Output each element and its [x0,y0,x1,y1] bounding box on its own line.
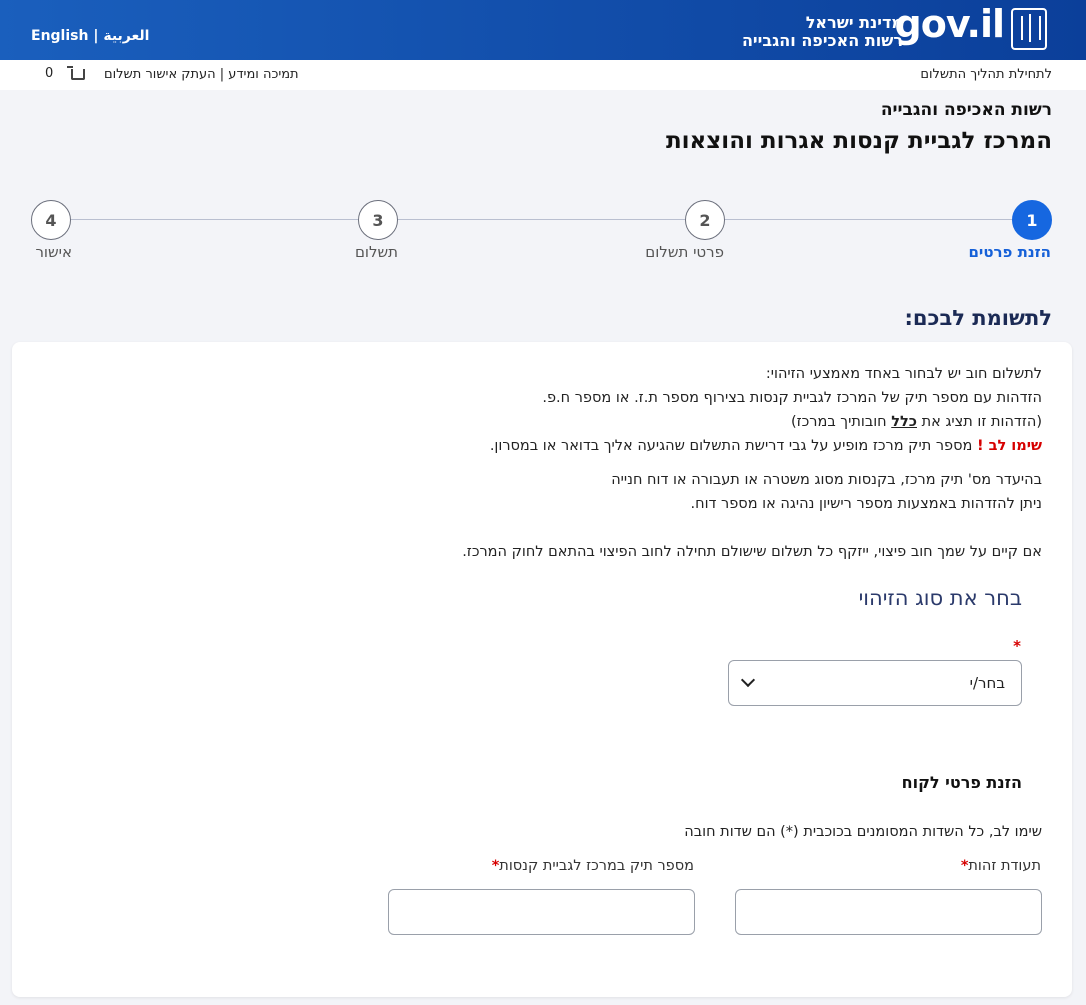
agency-line1: מדינת ישראל [805,13,903,32]
info-line-1: לתשלום חוב יש לבחור באחד מאמצעי הזיהוי: [765,366,1042,382]
language-switcher: English | العربية [31,28,149,44]
id-type-selected-value: בחר/י [969,674,1005,692]
case-number-input[interactable] [388,889,695,935]
chevron-down-icon [740,672,756,688]
agency-name: מדינת ישראל רשות האכיפה והגבייה [742,14,903,50]
case-number-label-text: מספר תיק במרכז לגביית קנסות [499,858,694,874]
id-type-heading: בחר את סוג הזיהוי [858,586,1022,610]
step-1-circle: 1 [1012,200,1052,240]
id-number-input[interactable] [735,889,1042,935]
gov-il-logo[interactable]: gov.il [894,2,1005,46]
state-emblem-icon [1011,8,1047,50]
agency-line2: רשות האכיפה והגבייה [741,31,903,50]
info-line-4: שימו לב ! מספר תיק מרכז מופיע על גבי דרי… [490,434,1042,458]
step-2-label: פרטי תשלום [645,243,724,261]
client-details-heading: הזנת פרטי לקוח [901,773,1022,792]
step-4-circle: 4 [31,200,71,240]
lang-english-link[interactable]: English [31,28,88,44]
id-number-label: תעודת זהות* [961,858,1041,874]
help-links[interactable]: תמיכה ומידע | העתק אישור תשלום [104,67,299,82]
info-line-3-post: חובותיך במרכז) [790,414,892,430]
info-line-3-bold: כלל [891,414,917,430]
cart-count: 0 [45,66,54,81]
info-line-7: אם קיים על שמך חוב פיצוי, ייזקף כל תשלום… [462,544,1042,560]
info-line-4-rest: מספר תיק מרכז מופיע על גבי דרישת התשלום … [489,438,977,454]
start-process-link[interactable]: לתחילת תהליך התשלום [920,67,1052,82]
step-3-label: תשלום [354,243,398,261]
step-4-label: אישור [35,243,72,261]
id-number-label-text: תעודת זהות [968,858,1041,874]
id-type-select[interactable]: בחר/י [728,660,1022,706]
info-line-6: ניתן להזדהות באמצעות מספר רישיון נהיגה א… [690,496,1043,512]
lang-arabic-link[interactable]: العربية [103,28,149,44]
stepper-line [51,219,1031,220]
logo-text: gov.il [894,2,1005,46]
top-header: gov.il מדינת ישראל רשות האכיפה והגבייה E… [0,0,1086,60]
authority-title: רשות האכיפה והגבייה [880,100,1052,120]
lang-separator: | [93,28,99,44]
warning-label: שימו לב ! [976,438,1042,454]
step-1-label: הזנת פרטים [968,243,1051,261]
step-2-circle: 2 [685,200,725,240]
required-star: * [1013,637,1021,655]
info-line-3-pre: (הזדהות זו תציג את [917,414,1042,430]
attention-heading: לתשומת לבכם: [904,306,1052,330]
page-title: המרכז לגביית קנסות אגרות והוצאות [665,128,1052,154]
info-line-5: בהיעדר מס' תיק מרכז, בקנסות מסוג משטרה א… [611,472,1042,488]
required-fields-note: שימו לב, כל השדות המסומנים בכוכבית (*) ה… [684,824,1042,840]
case-number-label: מספר תיק במרכז לגביית קנסות* [492,858,694,874]
info-line-3: (הזדהות זו תציג את כלל חובותיך במרכז) [791,410,1042,434]
info-line-2: הזדהות עם מספר תיק של המרכז לגביית קנסות… [542,390,1042,406]
sub-navigation: לתחילת תהליך התשלום תמיכה ומידע | העתק א… [0,60,1086,90]
cart-icon[interactable] [67,66,85,80]
step-3-circle: 3 [358,200,398,240]
